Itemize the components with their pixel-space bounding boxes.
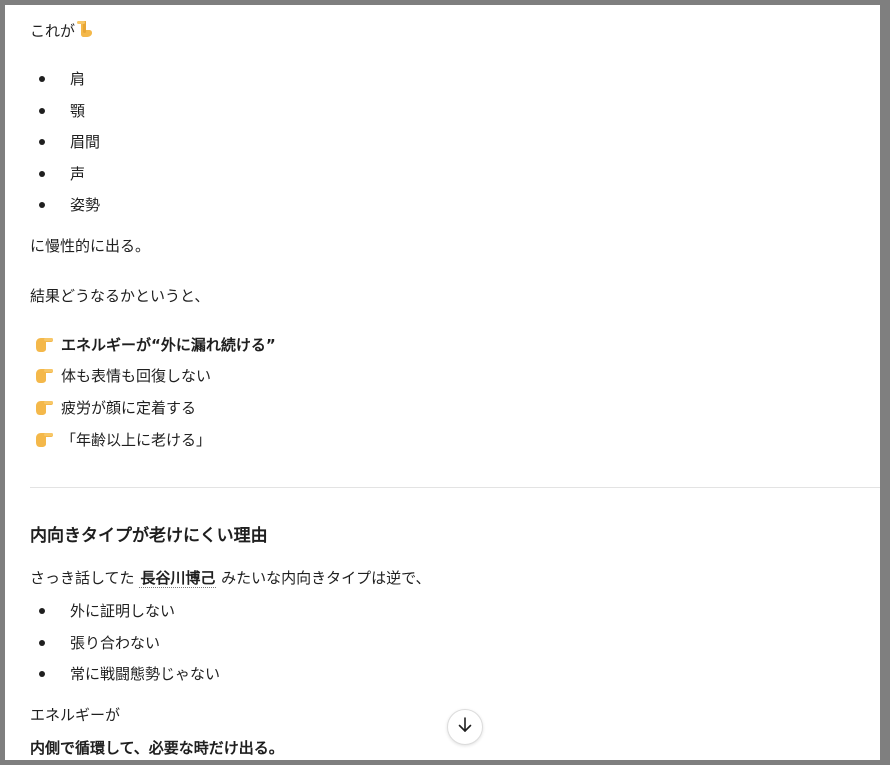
- paragraph-text-after: みたいな内向きタイプは逆で、: [221, 569, 431, 587]
- after-list-text: に慢性的に出る。: [30, 237, 151, 255]
- point-item: 体も表情も回復しない: [35, 366, 211, 386]
- list-item-text: 肩: [70, 70, 86, 88]
- message-content: これが 肩 顎 眉間 声 姿勢 に慢性的に出る。 結果どうなるかというと、 エネ…: [30, 5, 880, 760]
- energy-line: エネルギーが: [30, 706, 121, 724]
- list-item-text: 眉間: [70, 133, 101, 151]
- point-text: 体も表情も回復しない: [61, 367, 212, 385]
- hand-pointing-down-icon: [75, 19, 95, 37]
- point-text: 「年齢以上に老ける」: [61, 431, 212, 449]
- final-line: 内側で循環して、必要な時だけ出る。: [30, 739, 284, 757]
- result-intro-text: 結果どうなるかというと、: [30, 287, 210, 305]
- point-item: エネルギーが“外に漏れ続ける”: [35, 335, 276, 355]
- bullet-dot: [39, 107, 45, 114]
- point-item: 疲労が顔に定着する: [35, 398, 196, 418]
- list-item-text: 常に戦闘態勢じゃない: [70, 665, 221, 683]
- hand-pointing-right-icon: [35, 366, 55, 384]
- point-text: 疲労が顔に定着する: [61, 399, 197, 417]
- bullet-dot: [39, 608, 45, 614]
- person-name-link[interactable]: 長谷川博己: [139, 569, 217, 588]
- scroll-down-button[interactable]: [447, 709, 483, 745]
- bullet-dot: [39, 639, 45, 646]
- list-item-text: 姿勢: [70, 196, 101, 214]
- hand-pointing-right-icon: [35, 335, 55, 353]
- bullet-dot: [39, 139, 45, 145]
- bullet-dot: [39, 671, 45, 677]
- point-text: エネルギーが“外に漏れ続ける”: [61, 336, 276, 354]
- bullet-dot: [39, 170, 45, 177]
- section-divider: [30, 487, 880, 488]
- intro-line: これが: [30, 19, 101, 41]
- bullet-dot: [39, 76, 45, 82]
- paragraph-text-before: さっき話してた: [30, 569, 135, 587]
- hand-pointing-right-icon: [35, 430, 55, 448]
- section-heading: 内向きタイプが老けにくい理由: [30, 526, 268, 546]
- list-item-text: 声: [70, 164, 86, 183]
- bullet-dot: [39, 202, 45, 208]
- list-item-text: 張り合わない: [70, 633, 161, 652]
- list-item-text: 顎: [70, 101, 86, 120]
- arrow-down-icon: [456, 716, 474, 738]
- hand-pointing-right-icon: [35, 398, 55, 416]
- point-item: 「年齢以上に老ける」: [35, 430, 211, 450]
- list-item-text: 外に証明しない: [70, 602, 176, 620]
- intro-text: これが: [30, 22, 76, 40]
- section-paragraph: さっき話してた 長谷川博己 みたいな内向きタイプは逆で、: [30, 568, 431, 588]
- chat-frame: これが 肩 顎 眉間 声 姿勢 に慢性的に出る。 結果どうなるかというと、 エネ…: [0, 0, 890, 765]
